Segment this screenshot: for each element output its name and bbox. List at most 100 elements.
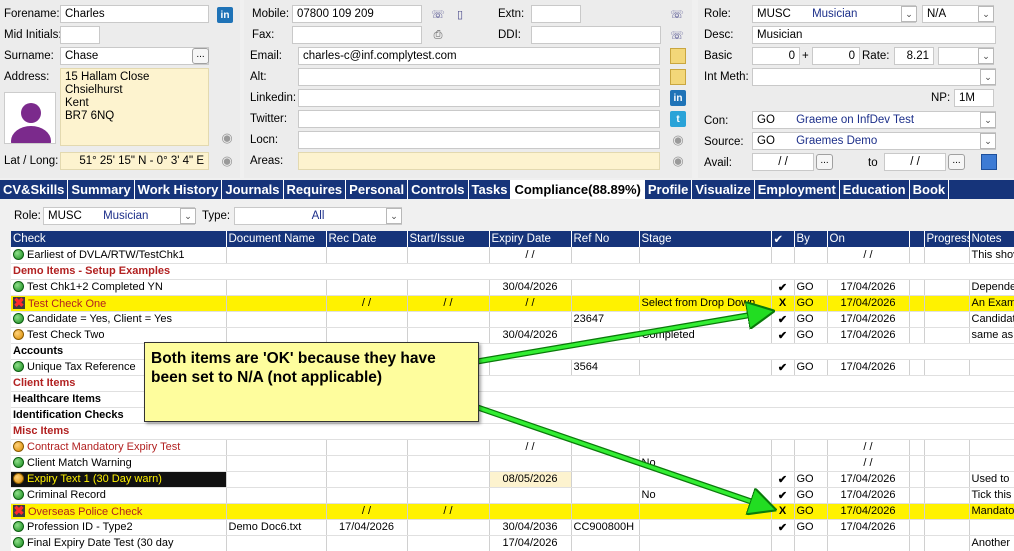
start-cell[interactable] bbox=[407, 455, 490, 472]
on-cell[interactable]: 17/04/2026 bbox=[827, 471, 910, 488]
mobile-phone-icon[interactable]: ▯ bbox=[452, 6, 468, 22]
expiry-cell[interactable] bbox=[489, 487, 572, 504]
phone-icon[interactable]: ☏ bbox=[669, 27, 685, 43]
stage-cell[interactable] bbox=[639, 535, 772, 551]
table-row[interactable]: Test Chk1+2 Completed YN 30/04/2026 ✔ GO 17/… bbox=[11, 279, 1014, 296]
check-cell[interactable]: ✖ Overseas Police Check bbox=[11, 503, 227, 520]
ref-cell[interactable] bbox=[571, 455, 640, 472]
ref-cell[interactable] bbox=[571, 279, 640, 296]
source-select[interactable]: GO Graemes Demo bbox=[752, 132, 996, 150]
stage-cell[interactable] bbox=[639, 247, 772, 264]
np-field[interactable]: 1M bbox=[954, 89, 994, 107]
tick-cell[interactable]: ✔ bbox=[771, 487, 795, 504]
table-row[interactable]: Test Check Two 30/04/2026 Completed ✔ GO 17/0… bbox=[11, 327, 1014, 344]
rec-cell[interactable] bbox=[326, 311, 408, 328]
doc-cell[interactable] bbox=[226, 535, 327, 551]
email-field[interactable]: charles-c@inf.complytest.com bbox=[298, 47, 660, 65]
map-pin-icon[interactable]: ◉ bbox=[670, 153, 686, 169]
areas-field[interactable] bbox=[298, 152, 660, 170]
notes-cell[interactable] bbox=[969, 455, 1014, 472]
tick-cell[interactable] bbox=[771, 247, 795, 264]
avail-from-picker-button[interactable]: ... bbox=[816, 154, 833, 170]
linkedin-icon[interactable]: in bbox=[670, 90, 686, 106]
start-cell[interactable] bbox=[407, 535, 490, 551]
table-row[interactable]: ✖ Overseas Police Check / / / / X GO 17/04/202… bbox=[11, 503, 1014, 520]
table-row[interactable]: Criminal Record No ✔ GO 17/04/2026 Tick this bbox=[11, 487, 1014, 504]
table-row[interactable]: Final Expiry Date Test (30 day 17/04/2026… bbox=[11, 535, 1014, 551]
column-header[interactable]: Stage bbox=[639, 231, 772, 247]
rec-cell[interactable] bbox=[326, 279, 408, 296]
picker-cell[interactable] bbox=[909, 439, 925, 456]
tick-cell[interactable]: ✔ bbox=[771, 327, 795, 344]
expiry-cell[interactable]: / / bbox=[489, 247, 572, 264]
on-cell[interactable]: / / bbox=[827, 439, 910, 456]
notes-cell[interactable]: Depende bbox=[969, 279, 1014, 296]
check-cell[interactable]: Earliest of DVLA/RTW/TestChk1 bbox=[11, 247, 227, 264]
desc-field[interactable]: Musician bbox=[752, 26, 996, 44]
picker-cell[interactable] bbox=[909, 327, 925, 344]
check-cell[interactable]: Profession ID - Type2 bbox=[11, 519, 227, 536]
start-cell[interactable] bbox=[407, 487, 490, 504]
by-cell[interactable]: GO bbox=[794, 327, 828, 344]
table-row[interactable]: Contract Mandatory Expiry Test / / / / bbox=[11, 439, 1014, 456]
rec-cell[interactable] bbox=[326, 327, 408, 344]
tab-employment[interactable]: Employment bbox=[755, 180, 840, 199]
on-cell[interactable] bbox=[827, 535, 910, 551]
chevron-down-icon[interactable]: ⌄ bbox=[386, 208, 402, 224]
notes-cell[interactable]: This shov bbox=[969, 247, 1014, 264]
notes-cell[interactable] bbox=[969, 439, 1014, 456]
table-row[interactable]: Candidate = Yes, Client = Yes 23647 ✔ GO 17/… bbox=[11, 311, 1014, 328]
ref-cell[interactable] bbox=[571, 487, 640, 504]
stage-cell[interactable] bbox=[639, 503, 772, 520]
on-cell[interactable]: 17/04/2026 bbox=[827, 503, 910, 520]
email-icon[interactable] bbox=[670, 48, 686, 64]
basic-a-field[interactable]: 0 bbox=[752, 47, 800, 65]
notes-cell[interactable]: Used to bbox=[969, 471, 1014, 488]
avail-to-picker-button[interactable]: ... bbox=[948, 154, 965, 170]
on-cell[interactable]: / / bbox=[827, 455, 910, 472]
start-cell[interactable] bbox=[407, 247, 490, 264]
tick-cell[interactable] bbox=[771, 455, 795, 472]
notes-cell[interactable]: An Exam bbox=[969, 295, 1014, 312]
latlong-field[interactable]: 51° 25' 15" N - 0° 3' 4" E bbox=[60, 152, 209, 170]
on-cell[interactable]: 17/04/2026 bbox=[827, 311, 910, 328]
start-cell[interactable] bbox=[407, 439, 490, 456]
progress-cell[interactable] bbox=[924, 295, 970, 312]
doc-cell[interactable] bbox=[226, 455, 327, 472]
table-row[interactable]: Client Match Warning No / / bbox=[11, 455, 1014, 472]
basic-b-field[interactable]: 0 bbox=[812, 47, 860, 65]
picker-cell[interactable] bbox=[909, 295, 925, 312]
progress-cell[interactable] bbox=[924, 359, 970, 376]
doc-cell[interactable] bbox=[226, 279, 327, 296]
on-cell[interactable]: 17/04/2026 bbox=[827, 279, 910, 296]
picker-cell[interactable] bbox=[909, 455, 925, 472]
column-header[interactable]: By bbox=[794, 231, 828, 247]
progress-cell[interactable] bbox=[924, 327, 970, 344]
email-icon[interactable] bbox=[670, 69, 686, 85]
chevron-down-icon[interactable]: ⌄ bbox=[901, 6, 917, 22]
table-row[interactable]: Expiry Text 1 (30 Day warn) 08/05/2026 ✔ GO… bbox=[11, 471, 1014, 488]
stage-cell[interactable] bbox=[639, 471, 772, 488]
surname-lookup-button[interactable]: ... bbox=[192, 48, 209, 64]
doc-cell[interactable] bbox=[226, 471, 327, 488]
notes-cell[interactable]: Candidat bbox=[969, 311, 1014, 328]
ref-cell[interactable] bbox=[571, 439, 640, 456]
column-header[interactable]: Rec Date bbox=[326, 231, 408, 247]
check-cell[interactable]: Client Match Warning bbox=[11, 455, 227, 472]
on-cell[interactable]: 17/04/2026 bbox=[827, 487, 910, 504]
notes-cell[interactable] bbox=[969, 359, 1014, 376]
stage-cell[interactable] bbox=[639, 519, 772, 536]
doc-cell[interactable] bbox=[226, 247, 327, 264]
tab-compliance[interactable]: Compliance(88.89%) bbox=[511, 180, 645, 199]
tick-cell[interactable]: ✔ bbox=[771, 311, 795, 328]
tick-cell[interactable]: ✔ bbox=[771, 359, 795, 376]
notes-cell[interactable] bbox=[969, 519, 1014, 536]
stage-cell[interactable] bbox=[639, 359, 772, 376]
check-cell[interactable]: Candidate = Yes, Client = Yes bbox=[11, 311, 227, 328]
progress-cell[interactable] bbox=[924, 487, 970, 504]
start-cell[interactable] bbox=[407, 279, 490, 296]
column-header[interactable]: Progress bbox=[924, 231, 970, 247]
tick-cell[interactable]: ✔ bbox=[771, 279, 795, 296]
progress-cell[interactable] bbox=[924, 279, 970, 296]
stage-cell[interactable] bbox=[639, 279, 772, 296]
